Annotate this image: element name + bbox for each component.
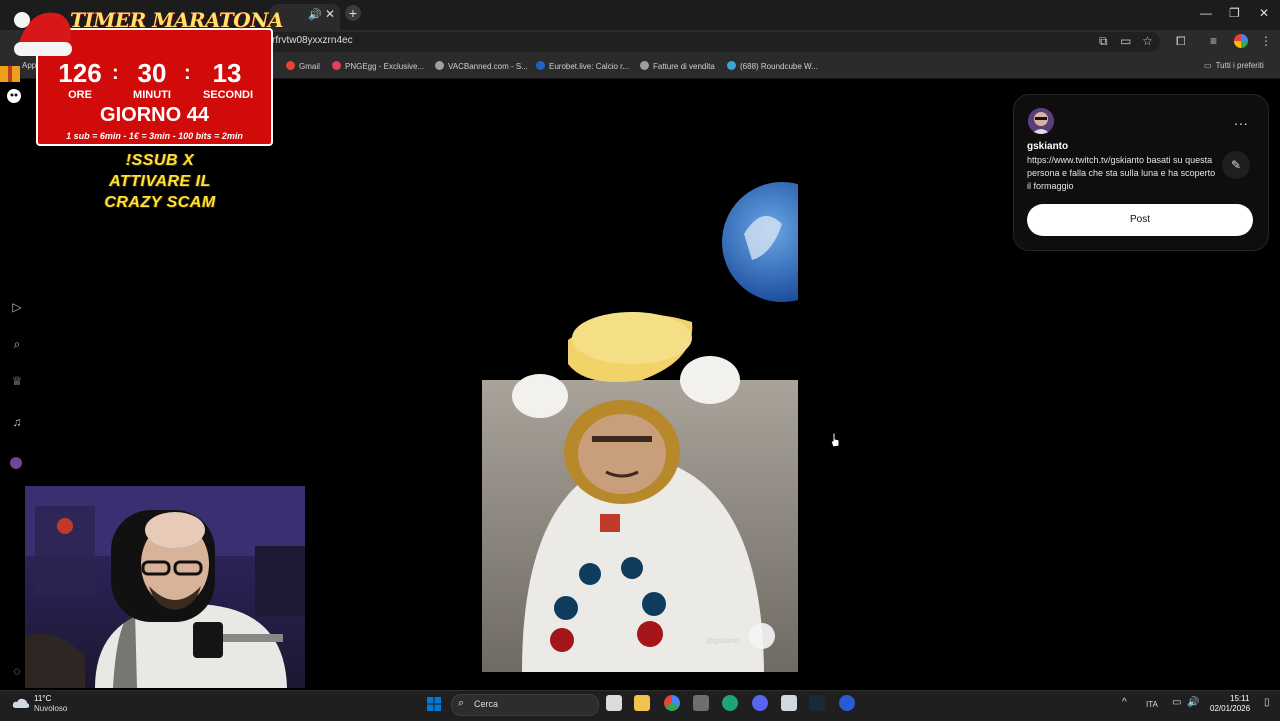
close-window-icon[interactable]: ✕ [1259,6,1269,20]
streamer-image [25,486,305,688]
profile-icon[interactable] [10,457,22,469]
clock-date[interactable]: 02/01/2026 [1210,704,1250,713]
bookmark-roundcube[interactable]: (688) Roundcube W... [727,61,818,71]
avatar-image [1028,108,1054,134]
hand-cursor-icon [830,432,840,448]
bookmark-fatture[interactable]: Fatture di vendita [640,61,715,71]
weather-description[interactable]: Nuvoloso [34,704,67,713]
trophy-icon[interactable]: ♕ [10,374,24,388]
sub-callout-line: !SSUB X [125,152,195,169]
new-tab-button[interactable]: + [345,5,361,21]
weather-temperature[interactable]: 11°C [34,694,51,703]
network-icon[interactable]: ▭ [1172,697,1181,708]
post-button[interactable]: Post [1027,204,1253,236]
timer-seconds: 13 [212,58,242,88]
app-icon[interactable] [781,695,797,711]
edit-prompt-button[interactable]: ✎ [1222,151,1250,179]
task-view-icon[interactable] [606,695,622,711]
timer-hours-unit: ORE [68,89,92,101]
sub-callout-line: ATTIVARE IL [109,173,211,190]
gmail-icon [286,61,295,70]
translate-icon[interactable]: ⧉ [1099,34,1108,49]
address-bar[interactable] [260,32,1160,52]
roundcube-icon [727,61,736,70]
media-control-icon[interactable]: ≡ [1210,34,1217,48]
astronaut-video-frame [482,84,798,672]
timer-title: TIMER MARATONA [70,8,284,32]
bookmark-gmail[interactable]: Gmail [286,61,320,71]
sub-callout: !SSUB X ATTIVARE IL CRAZY SCAM [60,150,260,213]
prompt-text: https://www.twitch.tv/gskianto basati su… [1027,155,1216,191]
close-tab-icon[interactable]: ✕ [325,7,335,21]
globe-icon [435,61,444,70]
maximize-icon[interactable]: ❐ [1229,6,1240,20]
notifications-icon[interactable]: ▯ [1264,697,1270,708]
steam-icon[interactable] [809,695,825,711]
timer-day: GIORNO 44 [100,104,209,126]
video-player[interactable] [482,84,798,672]
timer-separator: : [112,62,119,84]
app-icon[interactable] [839,695,855,711]
bookmark-eurobet[interactable]: Eurobet.live: Calcio r... [536,61,629,71]
sub-callout-line: CRAZY SCAM [104,194,216,211]
timer-seconds-unit: SECONDI [202,89,254,101]
more-options-button[interactable]: ... [1234,112,1249,128]
notifications-bell-icon[interactable]: ♫ [10,415,24,429]
santa-hat-icon [14,12,72,56]
extensions-icon[interactable]: ⧠ [1176,34,1186,49]
volume-icon[interactable]: 🔊 [1187,697,1199,708]
cast-icon[interactable]: ▭ [1120,34,1131,48]
cloud-icon[interactable] [12,697,30,709]
gift-icon [0,66,21,103]
clock-time[interactable]: 15:11 [1230,694,1249,703]
profile-avatar[interactable] [1234,34,1248,48]
bookmark-vacbanned[interactable]: VACBanned.com - S... [435,61,528,71]
folder-icon: ▭ [1204,61,1212,70]
search-icon: ⌕ [458,697,465,709]
pencil-icon: ✎ [1230,158,1242,172]
chrome-icon[interactable] [664,695,680,711]
search-icon[interactable]: ⌕ [10,337,24,351]
chevron-up-icon[interactable]: ^ [1122,697,1127,708]
url-text[interactable]: rfrvtw08yxxzrn4ec [272,35,353,46]
menu-kebab-icon[interactable]: ⋮ [1260,34,1272,48]
file-explorer-icon[interactable] [634,695,650,711]
bookmark-star-icon[interactable]: ☆ [1142,34,1153,48]
globe-icon [640,61,649,70]
language-indicator[interactable]: ITA [1146,700,1158,709]
timer-rates: 1 sub = 6min - 1€ = 3min - 100 bits = 2m… [66,131,243,141]
sora-handle: @gskianto [706,638,740,645]
timer-minutes: 30 [137,58,167,88]
search-placeholder[interactable]: Cerca [474,699,498,709]
minimize-icon[interactable]: — [1200,6,1212,20]
app-icon[interactable] [693,695,709,711]
timer-minutes-unit: MINUTI [133,89,171,101]
webcam-feed [25,486,305,688]
discord-icon[interactable] [752,695,768,711]
explore-icon[interactable]: ▷ [10,300,24,314]
windows-start-icon[interactable] [427,697,441,711]
edge-icon[interactable] [722,695,738,711]
user-avatar[interactable] [1028,108,1054,134]
sora-watermark: Sora [708,621,742,638]
settings-icon[interactable]: ◌ [10,664,24,678]
pngegg-icon [332,61,341,70]
all-bookmarks-folder[interactable]: ▭ Tutti i preferiti [1204,61,1264,70]
bookmark-pngegg[interactable]: PNGEgg - Exclusive... [332,61,424,71]
timer-separator: : [184,62,191,84]
speaker-icon[interactable]: 🔊 [308,8,322,21]
prompt-username[interactable]: gskianto [1027,141,1068,152]
eurobet-icon [536,61,545,70]
